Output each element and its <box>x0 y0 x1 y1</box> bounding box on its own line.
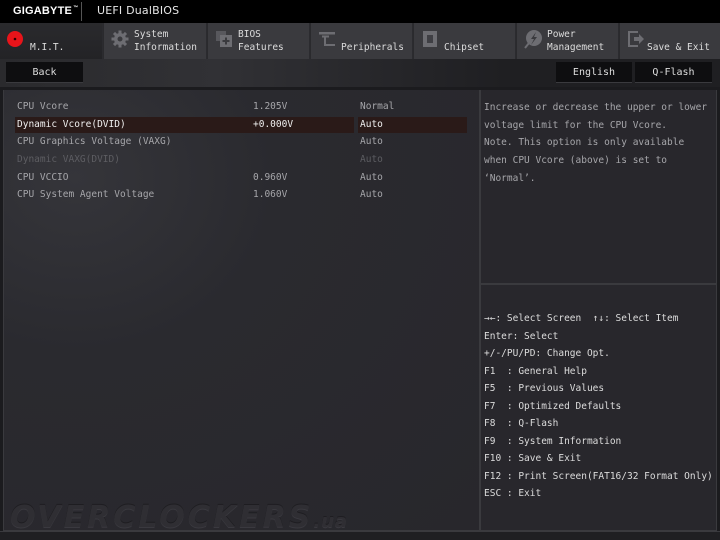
tab-label: Power Management <box>547 29 605 53</box>
setting-name: CPU Graphics Voltage (VAXG) <box>17 136 172 147</box>
key-hint: F10 : Save & Exit <box>484 453 582 464</box>
bottom-bar <box>0 531 720 540</box>
tab-label: Peripherals <box>341 42 404 53</box>
help-line: ‘Normal’. <box>484 172 536 184</box>
setting-option: Auto <box>360 154 383 165</box>
setting-row-dynamic-vcore[interactable]: Dynamic Vcore(DVID) +0.000V Auto <box>15 117 467 133</box>
setting-value[interactable]: +0.000V <box>253 117 293 133</box>
qflash-button[interactable]: Q-Flash <box>635 62 712 83</box>
settings-panel: CPU Vcore 1.205V Normal Dynamic Vcore(DV… <box>3 90 480 531</box>
setting-row-cpu-graphics-voltage[interactable]: CPU Graphics Voltage (VAXG) Auto <box>15 134 467 150</box>
setting-value: 1.205V <box>253 101 288 112</box>
setting-option[interactable]: Auto <box>360 134 383 150</box>
setting-name: CPU Vcore <box>17 101 69 112</box>
key-legend-panel: →←: Select Screen ↑↓: Select Item Enter:… <box>480 284 717 531</box>
setting-option[interactable]: Auto <box>360 117 383 133</box>
brand-divider <box>81 2 82 21</box>
setting-option[interactable]: Auto <box>360 170 383 186</box>
key-hint: F8 : Q-Flash <box>484 418 559 429</box>
key-hint: ESC : Exit <box>484 488 542 499</box>
setting-row-cpu-system-agent-voltage[interactable]: CPU System Agent Voltage 1.060V Auto <box>15 187 467 203</box>
tab-label: Chipset <box>444 42 485 53</box>
setting-row-cpu-vccio[interactable]: CPU VCCIO 0.960V Auto <box>15 170 467 186</box>
help-text: Increase or decrease the upper or lower … <box>484 99 716 188</box>
gear-icon <box>111 30 129 48</box>
key-hint: F5 : Previous Values <box>484 383 605 394</box>
mit-red-dot-icon <box>7 31 23 47</box>
tab-system-information[interactable]: System Information <box>103 23 206 59</box>
tab-label: System Information <box>134 29 197 53</box>
tab-chipset[interactable]: Chipset <box>413 23 515 59</box>
tab-label: M.I.T. <box>30 42 65 53</box>
help-panel: Increase or decrease the upper or lower … <box>480 90 717 284</box>
app-title: UEFI DualBIOS <box>97 4 180 17</box>
tab-bios-features[interactable]: BIOS Features <box>207 23 309 59</box>
tab-label: Save & Exit <box>647 42 710 53</box>
sub-toolbar: Back English Q-Flash <box>0 59 720 87</box>
tab-peripherals[interactable]: Peripherals <box>310 23 412 59</box>
key-hint: F9 : System Information <box>484 436 622 447</box>
tab-mit[interactable]: M.I.T. <box>0 23 102 59</box>
help-line: Note. This option is only available <box>484 137 685 149</box>
back-button[interactable]: Back <box>6 62 83 83</box>
help-line: voltage limit for the CPU Vcore. <box>484 119 668 131</box>
key-hint: +/-/PU/PD: Change Opt. <box>484 348 610 359</box>
help-line: Increase or decrease the upper or lower <box>484 102 708 113</box>
key-hint: F1 : General Help <box>484 366 587 377</box>
key-hint: →←: Select Screen ↑↓: Select Item <box>484 313 679 324</box>
help-line: when CPU Vcore (above) is set to <box>484 155 668 167</box>
tab-save-exit[interactable]: Save & Exit <box>619 23 720 59</box>
gigabyte-logo: GIGABYTE™ <box>13 5 79 17</box>
setting-row-dynamic-vaxg: Dynamic VAXG(DVID) Auto <box>15 152 467 168</box>
main-tab-bar: M.I.T. System Information BIOS Features <box>0 23 720 59</box>
setting-option[interactable]: Normal <box>360 99 394 115</box>
setting-name: CPU VCCIO <box>17 172 69 183</box>
chipset-icon <box>423 31 437 47</box>
bios-chip-icon <box>216 31 232 47</box>
tab-power-management[interactable]: Power Management <box>516 23 618 59</box>
key-hint: Enter: Select <box>484 331 559 342</box>
setting-option[interactable]: Auto <box>360 187 383 203</box>
language-button[interactable]: English <box>556 62 632 83</box>
brand-bar: GIGABYTE™ UEFI DualBIOS <box>0 0 720 23</box>
setting-name: Dynamic VAXG(DVID) <box>17 154 120 165</box>
plug-icon <box>319 32 335 46</box>
setting-value: 1.060V <box>253 189 288 200</box>
exit-arrow-icon <box>628 31 644 47</box>
key-hint: F12 : Print Screen(FAT16/32 Format Only) <box>484 471 713 482</box>
key-hint: F7 : Optimized Defaults <box>484 401 622 412</box>
power-bolt-icon <box>524 30 542 49</box>
tab-label: BIOS Features <box>238 29 284 53</box>
setting-name: CPU System Agent Voltage <box>17 189 155 200</box>
watermark: OVERCLOCKERS.ua <box>10 500 349 535</box>
setting-row-cpu-vcore[interactable]: CPU Vcore 1.205V Normal <box>15 99 467 115</box>
setting-name: Dynamic Vcore(DVID) <box>17 119 126 130</box>
setting-value: 0.960V <box>253 172 288 183</box>
